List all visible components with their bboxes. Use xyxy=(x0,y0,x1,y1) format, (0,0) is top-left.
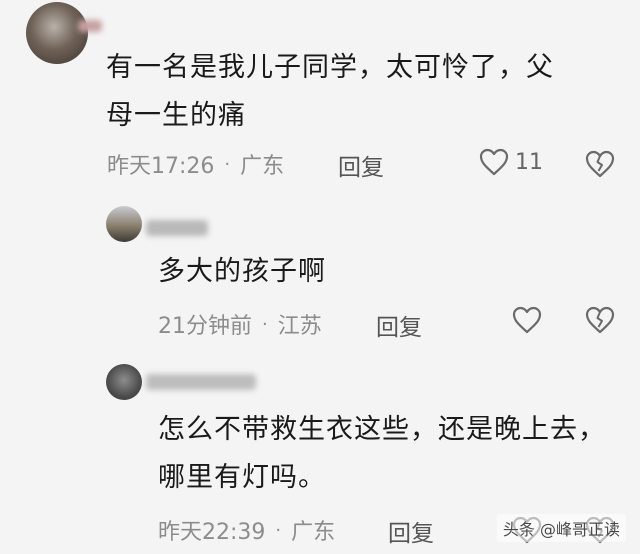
comment-meta: 昨天22:39 · 广东 xyxy=(158,514,335,546)
comment-text-line-2: 母一生的痛 xyxy=(106,100,246,131)
heart-outline-icon xyxy=(479,148,509,176)
comment-time: 昨天22:39 xyxy=(158,520,266,545)
reply-button[interactable]: 回复 xyxy=(376,308,422,342)
meta-separator: · xyxy=(275,519,282,541)
username-blurred[interactable] xyxy=(146,374,256,390)
comment-time: 21分钟前 xyxy=(158,314,252,339)
meta-separator: · xyxy=(224,153,231,175)
comment-2: 多大的孩子啊 21分钟前 · 江苏 回复 xyxy=(0,200,640,350)
comment-meta: 昨天17:26 · 广东 xyxy=(107,148,284,180)
username-blurred[interactable] xyxy=(78,20,102,32)
comment-location: 广东 xyxy=(291,520,336,545)
comment-text-line-2: 哪里有灯吗。 xyxy=(158,462,326,493)
watermark: 头条 @峰哥正读 xyxy=(496,514,626,542)
comment-time: 昨天17:26 xyxy=(107,154,215,179)
like-button[interactable] xyxy=(512,306,542,334)
heart-outline-icon xyxy=(512,306,542,334)
avatar[interactable] xyxy=(106,364,142,400)
comment-text-line-1: 怎么不带救生衣这些，还是晚上去， xyxy=(158,414,606,445)
comment-meta: 21分钟前 · 江苏 xyxy=(158,308,322,340)
comment-text-line-1: 有一名是我儿子同学，太可怜了，父 xyxy=(106,52,554,83)
comment-text-line-1: 多大的孩子啊 xyxy=(158,256,326,287)
avatar[interactable] xyxy=(26,2,88,64)
username-blurred[interactable] xyxy=(146,220,208,236)
like-button[interactable]: 11 xyxy=(479,148,543,176)
reply-button[interactable]: 回复 xyxy=(388,514,434,548)
dislike-button[interactable] xyxy=(585,306,615,334)
comment-location: 江苏 xyxy=(277,314,322,339)
comment-1: 有一名是我儿子同学，太可怜了，父 母一生的痛 昨天17:26 · 广东 回复 1… xyxy=(0,0,640,190)
reply-button[interactable]: 回复 xyxy=(338,148,384,182)
meta-separator: · xyxy=(262,313,268,335)
avatar[interactable] xyxy=(106,206,142,242)
like-count: 11 xyxy=(515,149,543,175)
comment-location: 广东 xyxy=(240,154,285,179)
dislike-button[interactable] xyxy=(585,150,615,178)
broken-heart-icon xyxy=(585,306,615,334)
broken-heart-icon xyxy=(585,150,615,178)
